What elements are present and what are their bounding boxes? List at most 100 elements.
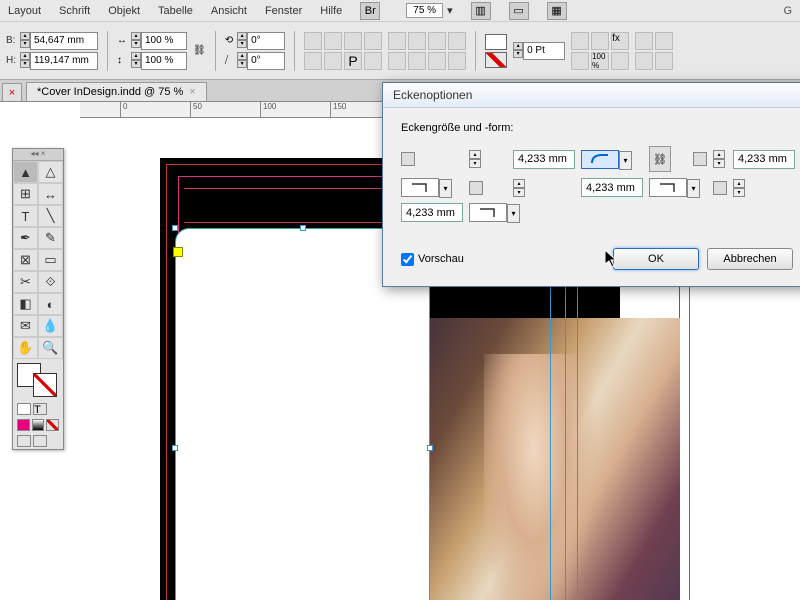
tab-label: *Cover InDesign.indd @ 75 % [37,86,183,98]
menu-right: G [783,5,792,17]
apply-none-icon[interactable] [46,419,59,431]
dropdown-icon[interactable]: ▾ [439,179,452,198]
stroke-proxy[interactable] [33,373,57,397]
menu-hilfe[interactable]: Hilfe [320,5,342,17]
tool-panel: ◂◂ × ▲△ ⊞↔ T╲ ✒✎ ⊠▭ ✂⟐ ◧◐ ✉💧 ✋🔍 T [12,148,64,450]
close-icon[interactable]: × [189,86,195,98]
corner-tl-field[interactable] [513,150,575,169]
dropdown-icon[interactable]: ▾ [619,151,632,170]
scale-x-field[interactable] [141,32,187,50]
tab-cover[interactable]: *Cover InDesign.indd @ 75 % × [26,82,207,101]
spinner[interactable]: ▴▾ [733,179,795,197]
handle-tm[interactable] [300,225,306,231]
flip-h-icon[interactable] [304,32,322,50]
flip-v-icon[interactable] [324,32,342,50]
dropdown-icon[interactable]: ▾ [507,204,520,223]
selection-tool[interactable]: ▲ [13,161,38,183]
pencil-tool[interactable]: ✎ [38,227,63,249]
zoom-tool[interactable]: 🔍 [38,337,63,359]
menu-fenster[interactable]: Fenster [265,5,302,17]
apply-color-icon[interactable] [17,419,30,431]
control-bar: B: ▴▾ H: ▴▾ ↔ ▴▾ ↕ ▴▾ ⛓ ⟲ ▴▾ ⧸ ▴▾ P ▴▾ f… [0,22,800,80]
line-tool[interactable]: ╲ [38,205,63,227]
spinner[interactable]: ▴▾ [469,150,507,168]
note-tool[interactable]: ✉ [13,315,38,337]
corner-indicator[interactable] [173,247,183,257]
spinner[interactable]: ▴▾ [513,179,575,197]
menu-objekt[interactable]: Objekt [108,5,140,17]
direct-selection-tool[interactable]: △ [38,161,63,183]
preview-view-icon[interactable] [33,435,47,447]
gradient-feather-tool[interactable]: ◐ [38,293,63,315]
ok-button[interactable]: OK [613,248,699,270]
tab-close-other[interactable]: × [2,83,22,101]
corner-tr-icon [693,152,707,166]
distribute-icon[interactable] [324,52,342,70]
corner-tr-shape[interactable]: ▾ [401,178,439,197]
eyedropper-tool[interactable]: 💧 [38,315,63,337]
gap-tool[interactable]: ↔ [38,183,63,205]
view-options-icon[interactable]: ▥ [471,2,491,20]
formatting-container-icon[interactable] [17,403,31,415]
rotate-cw-icon[interactable] [344,32,362,50]
preview-checkbox[interactable]: Vorschau [401,253,464,266]
fill-stroke-proxy[interactable] [13,359,63,401]
panel-grip[interactable]: ◂◂ × [13,149,63,161]
rectangle-frame-tool[interactable]: ⊠ [13,249,38,271]
corner-bl-shape[interactable]: ▾ [649,178,687,197]
hand-tool[interactable]: ✋ [13,337,38,359]
corner-br-icon [713,181,727,195]
corner-bl-field[interactable] [581,178,643,197]
misc-icon[interactable] [364,52,382,70]
scale-y-field[interactable] [141,52,187,70]
corner-tr-field[interactable] [733,150,795,169]
bridge-icon[interactable]: Br [360,2,380,20]
p-icon[interactable]: P [344,52,362,70]
pen-tool[interactable]: ✒ [13,227,38,249]
normal-view-icon[interactable] [17,435,31,447]
handle-tl[interactable] [172,225,178,231]
dropdown-icon[interactable]: ▾ [447,4,453,17]
page-tool[interactable]: ⊞ [13,183,38,205]
type-tool[interactable]: T [13,205,38,227]
menu-layout[interactable]: Layout [8,5,41,17]
fill-swatch[interactable] [485,34,507,50]
menu-ansicht[interactable]: Ansicht [211,5,247,17]
rotate-ccw-icon[interactable] [364,32,382,50]
spinner[interactable]: ▴▾ [713,150,727,168]
menu-tabelle[interactable]: Tabelle [158,5,193,17]
free-transform-tool[interactable]: ⟐ [38,271,63,293]
cover-photo: InDesign-Tr 12 h Video-Training & 8 rein… [400,318,680,600]
formatting-text-icon[interactable]: T [33,403,47,415]
scissors-tool[interactable]: ✂ [13,271,38,293]
height-field[interactable] [30,52,98,70]
transform-icons: P [304,32,382,70]
align-icon[interactable] [304,52,322,70]
shear-field[interactable] [247,52,285,70]
scale-y-icon: ↕ [117,55,127,66]
stroke-pct[interactable]: 100 % [591,52,609,70]
stroke-weight-field[interactable] [523,42,565,60]
rotation-field[interactable] [247,32,285,50]
screen-mode-icon[interactable]: ▭ [509,2,529,20]
corner-tl-shape[interactable]: ▾ [581,150,619,169]
link-corners-icon[interactable]: ⛓ [649,146,671,172]
link-scale-icon[interactable]: ⛓ [193,45,206,56]
dropdown-icon[interactable]: ▾ [687,179,700,198]
width-label: B: [6,35,16,46]
width-field[interactable] [30,32,98,50]
stroke-swatch[interactable] [485,52,507,68]
zoom-select[interactable]: 75 % [406,3,443,18]
corner-br-shape[interactable]: ▾ [469,203,507,222]
arrange-icon[interactable]: ▦ [547,2,567,20]
apply-gradient-icon[interactable] [32,419,45,431]
rectangle-tool[interactable]: ▭ [38,249,63,271]
menu-bar: Layout Schrift Objekt Tabelle Ansicht Fe… [0,0,800,22]
handle-ml[interactable] [172,445,178,451]
handle-mr[interactable] [427,445,433,451]
menu-schrift[interactable]: Schrift [59,5,90,17]
corner-br-field[interactable] [401,203,463,222]
gradient-swatch-tool[interactable]: ◧ [13,293,38,315]
cancel-button[interactable]: Abbrechen [707,248,793,270]
corner-tl-icon [401,152,415,166]
